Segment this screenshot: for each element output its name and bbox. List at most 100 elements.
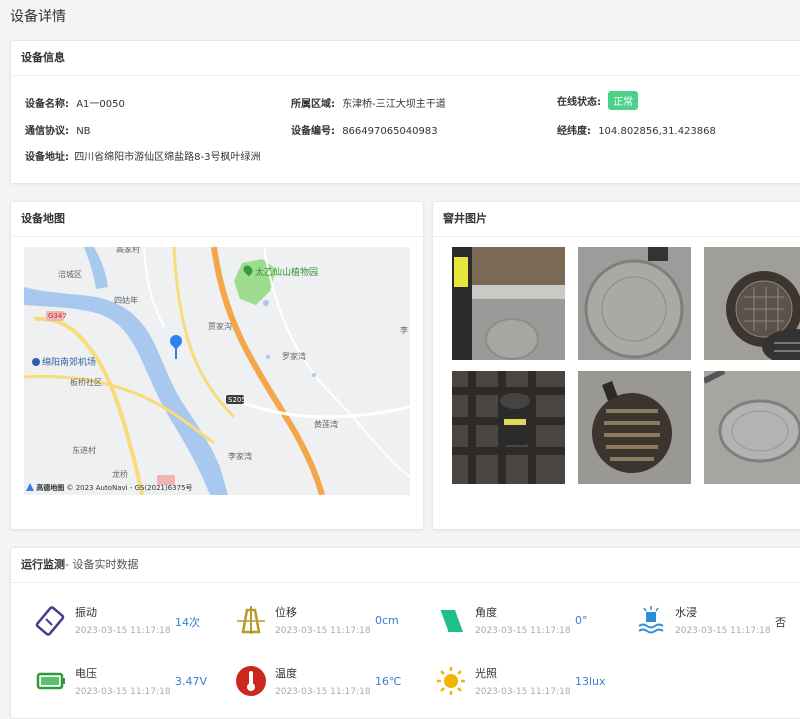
- page-title: 设备详情: [10, 9, 66, 25]
- region-value: 东津桥-三江大坝主干道: [342, 99, 446, 110]
- manhole-photo-5[interactable]: [578, 371, 691, 484]
- airport-icon: [32, 358, 40, 366]
- monitoring-header: 运行监测- 设备实时数据: [11, 548, 800, 583]
- battery-icon: [36, 672, 65, 690]
- coords-row: 经纬度: 104.802856,31.423868: [557, 122, 716, 137]
- water-icon: [638, 606, 664, 634]
- map-label-li: 李: [400, 326, 408, 335]
- device-name-label: 设备名称:: [25, 99, 69, 110]
- monitor-temperature-time: 2023-03-15 11:17:18: [275, 687, 371, 697]
- monitor-light-name: 光照: [475, 667, 497, 680]
- map-label-huanglian: 黄莲湾: [314, 420, 338, 429]
- address-row: 设备地址: 四川省绵阳市游仙区绵盐路8-3号枫叶绿洲: [25, 148, 261, 163]
- address-value: 四川省绵阳市游仙区绵盐路8-3号枫叶绿洲: [74, 152, 261, 163]
- protocol-label: 通信协议:: [25, 126, 69, 137]
- manhole-photo-2[interactable]: [578, 247, 691, 360]
- manhole-photos-card: 窨井图片: [432, 201, 800, 530]
- monitor-voltage-time: 2023-03-15 11:17:18: [75, 687, 171, 697]
- map-label-jiajia: 贾家沟: [208, 322, 232, 331]
- angle-icon: [437, 609, 463, 633]
- manhole-photo-3[interactable]: [704, 247, 800, 360]
- manhole-photo-3-image: [704, 247, 800, 360]
- status-row: 在线状态: 正常: [557, 91, 639, 110]
- monitor-water-name: 水浸: [675, 606, 697, 619]
- monitor-temperature: 温度 2023-03-15 11:17:18 16℃: [235, 665, 435, 711]
- manhole-photo-4[interactable]: [452, 371, 565, 484]
- status-badge: 正常: [608, 91, 639, 110]
- monitor-angle-value: 0°: [575, 614, 588, 627]
- displacement-icon: [237, 606, 265, 634]
- device-name-row: 设备名称: A1一0050: [25, 95, 125, 110]
- map-label-lijia: 李家湾: [228, 452, 252, 461]
- manhole-photo-2-image: [578, 247, 691, 360]
- map-label-g347: G347: [48, 312, 67, 320]
- device-name-value: A1一0050: [76, 99, 125, 110]
- monitor-water-time: 2023-03-15 11:17:18: [675, 626, 771, 636]
- map-label-banqiao: 板桥社区: [70, 378, 102, 387]
- map-label-gaoshui: 高家村: [116, 247, 140, 254]
- manhole-photo-5-image: [578, 371, 691, 484]
- map-label-dongjin: 东进村: [72, 446, 96, 455]
- monitor-water-value: 否: [775, 616, 786, 629]
- monitor-displacement-value: 0cm: [375, 614, 399, 627]
- map-label-fucheng: 涪城区: [58, 270, 82, 279]
- map-copyright-text: © 2023 AutoNavi - GS(2021)6375号: [66, 484, 193, 492]
- region-label: 所属区域:: [291, 99, 335, 110]
- monitoring-subtitle: - 设备实时数据: [65, 558, 139, 571]
- manhole-photo-6-image: [704, 371, 800, 484]
- monitor-light: 光照 2023-03-15 11:17:18 13lux: [435, 665, 635, 711]
- vibration-icon: [35, 606, 65, 636]
- amap-brand: 高德地图: [36, 484, 65, 492]
- map-label-airport-text: 绵阳南郊机场: [42, 358, 97, 368]
- device-code-row: 设备编号: 866497065040983: [291, 122, 438, 137]
- protocol-value: NB: [76, 126, 91, 137]
- map-label-botanical: 太乙仙山植物园: [241, 263, 319, 278]
- monitor-displacement-name: 位移: [275, 606, 297, 619]
- map-label-luojia: 罗家湾: [282, 352, 306, 361]
- monitor-displacement: 位移 2023-03-15 11:17:18 0cm: [235, 604, 435, 650]
- monitor-vibration-value: 14次: [175, 616, 200, 629]
- monitor-vibration-name: 振动: [75, 606, 97, 619]
- device-code-label: 设备编号:: [291, 126, 335, 137]
- device-info-header: 设备信息: [11, 41, 800, 76]
- monitor-angle-name: 角度: [475, 606, 497, 619]
- monitor-light-time: 2023-03-15 11:17:18: [475, 687, 571, 697]
- device-map-header: 设备地图: [11, 202, 423, 237]
- map-label-longqiao: 龙桥: [112, 470, 128, 479]
- thermometer-icon: [236, 666, 266, 696]
- map-label-s205: S205: [228, 396, 246, 404]
- manhole-photo-1-image: [452, 247, 565, 360]
- device-code-value: 866497065040983: [342, 126, 438, 137]
- manhole-photo-4-image: [452, 371, 565, 484]
- device-info-card: 设备信息 设备名称: A1一0050 所属区域: 东津桥-三江大坝主干道 在线状…: [10, 40, 800, 184]
- park-pin-icon: [241, 263, 255, 277]
- amap-logo-icon: [26, 483, 34, 491]
- device-map-card: 设备地图 涪城区 四姑年 绵阳南郊机场 板桥社区 太乙仙山植物园 贾家沟 罗家湾…: [10, 201, 424, 530]
- monitor-light-value: 13lux: [575, 675, 606, 688]
- monitor-voltage: 电压 2023-03-15 11:17:18 3.47V: [35, 665, 235, 711]
- monitoring-card: 运行监测- 设备实时数据 振动 2023-03-15 11:17:18 14次 …: [10, 547, 800, 719]
- map-label-airport: 绵阳南郊机场: [32, 355, 96, 368]
- monitor-voltage-name: 电压: [75, 667, 97, 680]
- monitor-temperature-value: 16℃: [375, 675, 402, 688]
- monitor-vibration: 振动 2023-03-15 11:17:18 14次: [35, 604, 235, 650]
- manhole-photo-6[interactable]: [704, 371, 800, 484]
- monitor-displacement-time: 2023-03-15 11:17:18: [275, 626, 371, 636]
- manhole-photo-1[interactable]: [452, 247, 565, 360]
- monitor-temperature-name: 温度: [275, 667, 297, 680]
- coords-label: 经纬度:: [557, 126, 591, 137]
- protocol-row: 通信协议: NB: [25, 122, 91, 137]
- map-copyright: 高德地图 © 2023 AutoNavi - GS(2021)6375号: [26, 483, 193, 493]
- monitor-angle: 角度 2023-03-15 11:17:18 0°: [435, 604, 635, 650]
- sun-icon: [437, 667, 465, 695]
- monitor-vibration-time: 2023-03-15 11:17:18: [75, 626, 171, 636]
- status-label: 在线状态:: [557, 97, 601, 108]
- coords-value: 104.802856,31.423868: [598, 126, 716, 137]
- monitoring-title: 运行监测: [21, 558, 65, 571]
- device-map[interactable]: 涪城区 四姑年 绵阳南郊机场 板桥社区 太乙仙山植物园 贾家沟 罗家湾 黄莲湾 …: [24, 247, 410, 495]
- device-location-pin-tail: [175, 347, 177, 359]
- map-label-botanical-text: 太乙仙山植物园: [255, 268, 319, 278]
- monitor-water: 水浸 2023-03-15 11:17:18 否: [635, 604, 800, 650]
- monitor-angle-time: 2023-03-15 11:17:18: [475, 626, 571, 636]
- region-row: 所属区域: 东津桥-三江大坝主干道: [291, 95, 446, 110]
